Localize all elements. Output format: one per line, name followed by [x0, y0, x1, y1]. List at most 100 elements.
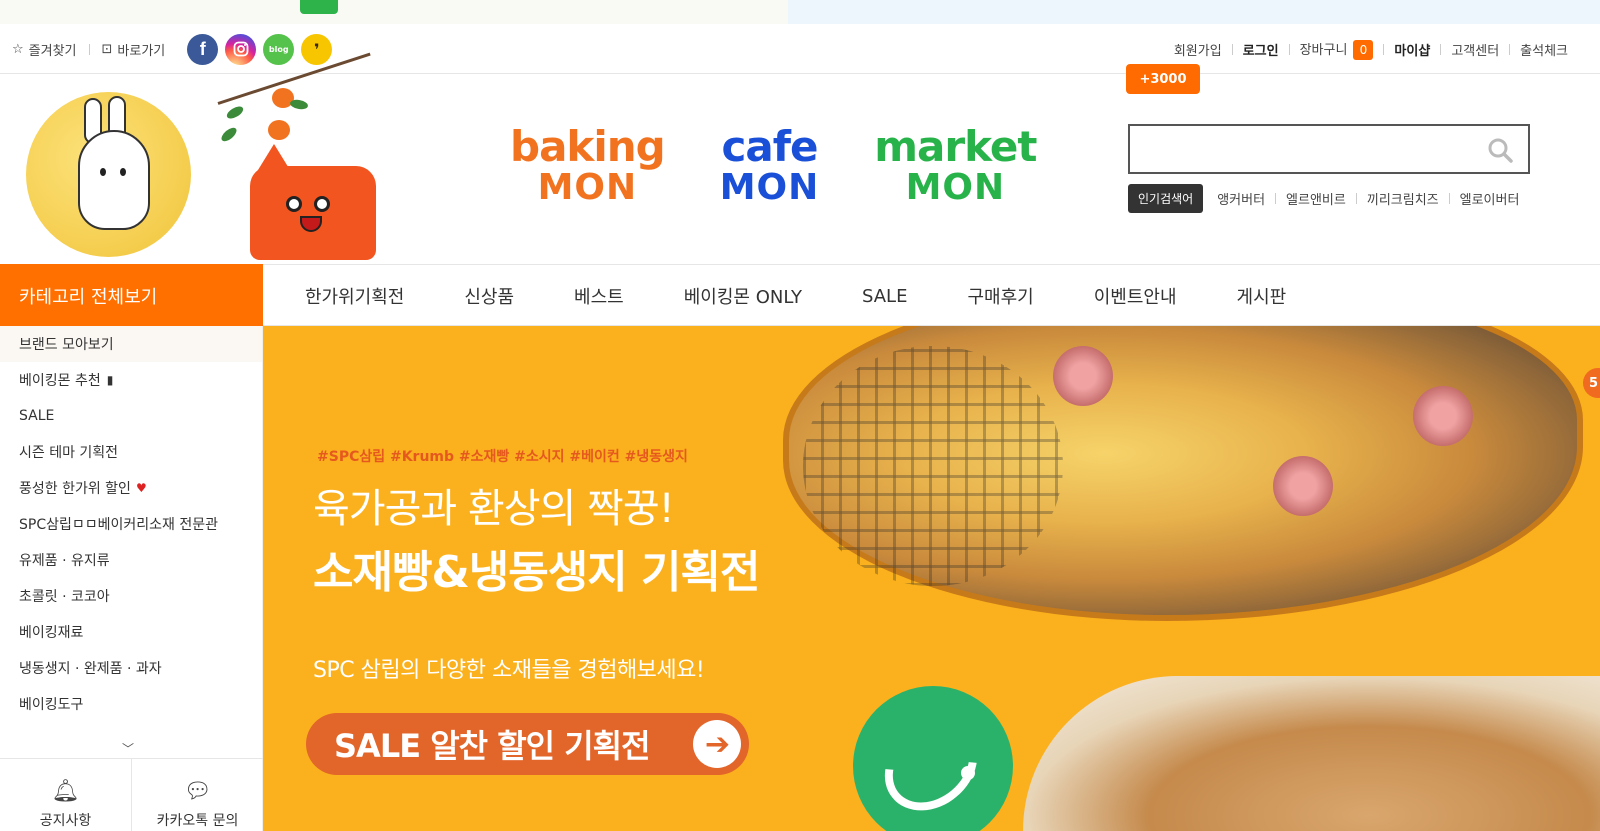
sidebar-item-sale[interactable]: SALE: [0, 398, 262, 434]
cta-label: SALE 알찬 할인 기획전: [334, 727, 651, 765]
sausage-image: [1053, 346, 1113, 406]
kakao-channel-icon[interactable]: ❜: [301, 33, 333, 65]
instagram-icon[interactable]: [225, 33, 257, 65]
promo-icon: [300, 0, 338, 14]
sidebar-item-spc[interactable]: SPC삼립ㅁㅁ베이커리소재 전문관: [0, 506, 262, 542]
divider: [1355, 193, 1357, 204]
mascot-eye: [286, 196, 302, 212]
divider: [1275, 193, 1277, 204]
sidebar-item-label: SALE: [19, 408, 55, 424]
sidebar-item-label: 시즌 테마 기획전: [19, 445, 119, 461]
bookmark-icon: ▮: [106, 373, 114, 387]
mascot-eye: [314, 196, 330, 212]
kakao-inquiry-link[interactable]: 💬︎ 카카오톡 문의: [131, 759, 263, 831]
sidebar-item-recommend[interactable]: 베이킹몬 추천 ▮: [0, 362, 262, 398]
shortcut-link[interactable]: ⊡ 바로가기: [102, 40, 166, 59]
mascot-mouth: [300, 216, 322, 232]
sidebar-item-label: 냉동생지 · 완제품 · 과자: [19, 661, 162, 677]
sidebar-item-ingredients[interactable]: 베이킹재료: [0, 614, 262, 650]
sidebar-item-brands[interactable]: 브랜드 모아보기: [0, 326, 262, 362]
banner-hashtags: #SPC삼립 #Krumb #소재빵 #소시지 #베이컨 #냉동생지: [317, 449, 688, 465]
blog-icon[interactable]: blog: [263, 33, 295, 65]
notice-link[interactable]: 🔔︎ 공지사항: [0, 759, 131, 831]
nav-item[interactable]: 게시판: [1237, 283, 1287, 309]
sidebar-item-dairy[interactable]: 유제품 · 유지류: [0, 542, 262, 578]
persimmon-illustration: [268, 120, 290, 140]
arrow-right-icon: ➔: [693, 720, 741, 768]
nav-item[interactable]: SALE: [862, 286, 907, 307]
divider: [1288, 43, 1290, 55]
sidebar-item-label: SPC삼립ㅁㅁ베이커리소재 전문관: [19, 517, 218, 533]
bunny-eye: [120, 168, 126, 176]
cart-label: 장바구니: [1299, 42, 1348, 58]
chevron-down-icon[interactable]: ﹀: [122, 740, 134, 757]
keyword-link[interactable]: 엘르앤비르: [1286, 189, 1346, 208]
sidebar-item-chocolate[interactable]: 초콜릿 · 코코아: [0, 578, 262, 614]
divider: [1448, 193, 1450, 204]
top-promo-strip[interactable]: [0, 0, 1600, 24]
cafe-mon-logo[interactable]: cafe MON: [720, 126, 820, 206]
chat-bubble-icon: 💬︎: [183, 779, 212, 804]
nav-item[interactable]: 베이킹몬 ONLY: [684, 283, 802, 309]
logo-mon: MON: [905, 167, 1006, 208]
nav-item[interactable]: 한가위기획전: [305, 283, 404, 309]
sidebar-item-tools[interactable]: 베이킹도구: [0, 686, 262, 722]
header: baking MON cafe MON market MON 인기검색어 앵커버…: [0, 52, 1600, 264]
mypage-link[interactable]: 마이샵: [1394, 40, 1430, 59]
sidebar-item-chuseok[interactable]: 풍성한 한가위 할인 ♥: [0, 470, 262, 506]
sidebar-item-label: 풍성한 한가위 할인: [19, 481, 131, 497]
keyword-link[interactable]: 앵커버터: [1217, 189, 1265, 208]
sidebar-item-label: 브랜드 모아보기: [19, 337, 114, 353]
divider: [1440, 43, 1442, 55]
login-link[interactable]: 로그인: [1243, 40, 1279, 59]
sidebar-item-frozen[interactable]: 냉동생지 · 완제품 · 과자: [0, 650, 262, 686]
market-mon-logo[interactable]: market MON: [874, 126, 1037, 208]
leaf-illustration: [224, 104, 246, 121]
nav-item[interactable]: 구매후기: [967, 283, 1033, 309]
nav-item[interactable]: 신상품: [464, 283, 514, 309]
bunny-eye: [100, 168, 106, 176]
divider: [1231, 43, 1233, 55]
brand-logos: baking MON cafe MON market MON: [510, 126, 1037, 208]
bunny-illustration: [78, 130, 150, 230]
divider: [1383, 43, 1385, 55]
sausage-image: [1273, 456, 1333, 516]
support-link[interactable]: 고객센터: [1451, 40, 1499, 59]
signup-link[interactable]: 회원가입: [1174, 40, 1222, 59]
sidebar-item-label: 초콜릿 · 코코아: [19, 589, 110, 605]
facebook-icon[interactable]: f: [187, 33, 219, 65]
search-input[interactable]: [1130, 126, 1470, 172]
attendance-link[interactable]: 출석체크: [1520, 40, 1568, 59]
promo-banner-right[interactable]: [788, 0, 1600, 24]
sandwich-image: [1023, 676, 1600, 831]
sidebar-item-label: 베이킹몬 추천: [19, 373, 101, 389]
divider: [1509, 43, 1511, 55]
main-banner[interactable]: #SPC삼립 #Krumb #소재빵 #소시지 #베이컨 #냉동생지 육가공과 …: [263, 326, 1600, 831]
logo-word: cafe: [721, 122, 818, 171]
popular-tag: 인기검색어: [1128, 184, 1204, 213]
smile-dot: [961, 766, 975, 780]
banner-cta-button[interactable]: SALE 알찬 할인 기획전 ➔: [306, 713, 749, 775]
cart-link[interactable]: 장바구니 0: [1300, 39, 1374, 60]
logo-mon: MON: [719, 167, 820, 208]
baking-mon-logo[interactable]: baking MON: [510, 126, 666, 206]
search-icon[interactable]: [1486, 136, 1514, 164]
leaf-illustration: [289, 98, 309, 111]
sidebar-bottom-links: 🔔︎ 공지사항 💬︎ 카카오톡 문의: [0, 758, 263, 831]
kakao-inquiry-label: 카카오톡 문의: [156, 813, 239, 829]
star-icon: ☆: [12, 41, 24, 57]
nav-item[interactable]: 베스트: [574, 283, 624, 309]
sidebar-item-season[interactable]: 시즌 테마 기획전: [0, 434, 262, 470]
nav-item[interactable]: 이벤트안내: [1094, 283, 1177, 309]
utility-right: 회원가입 로그인 장바구니 0 마이샵 고객센터 출석체크: [1174, 24, 1568, 74]
sidebar-item-label: 유제품 · 유지류: [19, 553, 110, 569]
download-box-icon: ⊡: [101, 41, 113, 57]
keyword-link[interactable]: 엘로이버터: [1460, 189, 1520, 208]
banner-headline: 육가공과 환상의 짝꿍!: [313, 486, 675, 532]
category-sidebar: 브랜드 모아보기 베이킹몬 추천 ▮ SALE 시즌 테마 기획전 풍성한 한가위…: [0, 326, 263, 831]
shortcut-label: 바로가기: [117, 43, 166, 59]
keyword-link[interactable]: 끼리크림치즈: [1367, 189, 1439, 208]
sidebar-item-label: 베이킹재료: [19, 625, 84, 641]
bookmark-link[interactable]: ☆ 즐겨찾기: [12, 40, 77, 59]
category-all-button[interactable]: 카테고리 전체보기: [0, 264, 263, 327]
